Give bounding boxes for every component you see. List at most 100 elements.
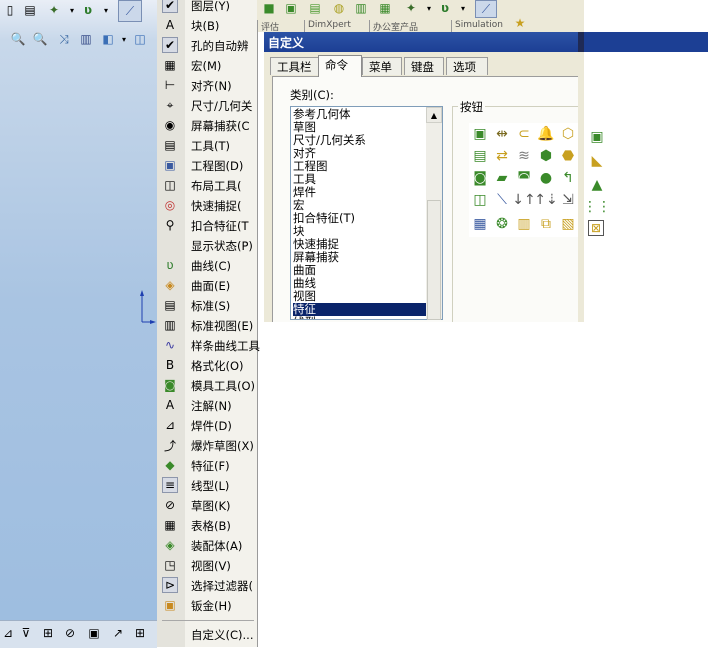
toolbar-icon[interactable]: ▣ (283, 0, 299, 16)
swept-cut-icon[interactable]: ≋ (515, 147, 533, 165)
boundary-boss-icon[interactable]: ⬡ (559, 125, 577, 143)
command-manager-tab[interactable]: 办公室产品 (369, 20, 451, 32)
toolbar-icon[interactable]: ▤ (22, 2, 38, 18)
category-listbox[interactable]: 参考几何体 草图 尺寸/几何关系 对齐 工程图 工具 焊件宏扣合特征(T) 块快速捕捉 屏幕捕获… (290, 106, 443, 320)
menu-item[interactable]: B 格式化(O) (157, 355, 257, 375)
menu-item[interactable]: ◈ 装配体(A) (157, 535, 257, 555)
section-view-icon[interactable]: ▥ (78, 31, 94, 47)
swept-boss-icon[interactable]: ⊂ (515, 125, 533, 143)
fill-pattern-icon[interactable]: ❂ (493, 215, 511, 233)
chevron-down-icon[interactable]: ▾ (421, 0, 437, 16)
move-face-icon[interactable]: ▣ (588, 128, 606, 146)
mirror-icon[interactable]: ↑⇣ (534, 191, 557, 209)
menu-item[interactable]: ⊘ 草图(K) (157, 495, 257, 515)
toolbar-icon[interactable]: ★ (513, 16, 527, 30)
fillet-icon[interactable]: ◙ (471, 169, 489, 187)
scrollbar-thumb[interactable] (427, 200, 441, 320)
revolved-boss-icon[interactable]: ⇹ (493, 125, 511, 143)
command-manager-tab[interactable]: Simulation (451, 20, 515, 32)
menu-item[interactable]: ▦ 表格(B) (157, 515, 257, 535)
dialog-title-bar[interactable] (264, 32, 578, 52)
tab-options[interactable]: 选项 (446, 57, 488, 75)
lofted-cut-icon[interactable]: ⬢ (537, 147, 555, 165)
menu-item[interactable]: ◆ 特征(F) (157, 455, 257, 475)
command-manager-tab[interactable]: DimXpert (304, 20, 368, 32)
chevron-down-icon[interactable]: ▾ (116, 31, 132, 47)
toolbar-icon[interactable]: ▯ (2, 2, 18, 18)
previous-view-icon[interactable]: ⤨ (56, 31, 72, 47)
menu-item[interactable]: 显示状态(P) (157, 235, 257, 255)
toolbar-icon[interactable]: ⊽ (18, 625, 34, 641)
revolved-cut-icon[interactable]: ⇄ (493, 147, 511, 165)
toolbar-icon[interactable]: ◍ (331, 0, 347, 16)
dome-icon[interactable]: ⇲ (559, 191, 577, 209)
menu-item[interactable]: ▦ 宏(M) (157, 55, 257, 75)
menu-item[interactable]: ▤ 标准(S) (157, 295, 257, 315)
sketch-line-icon[interactable]: ⟋ (475, 0, 497, 18)
view-orientation-icon[interactable]: ◧ (100, 31, 116, 47)
menu-item[interactable]: ⊳ 选择过滤器( (157, 575, 257, 595)
extruded-boss-icon[interactable]: ▣ (471, 125, 489, 143)
sketch-line-icon[interactable]: ⟋ (118, 0, 142, 22)
tab-keyboard[interactable]: 键盘 (404, 57, 444, 75)
menu-item[interactable]: ≡ 线型(L) (157, 475, 257, 495)
toolbar-icon[interactable]: ▦ (377, 0, 393, 16)
chevron-down-icon[interactable]: ▾ (98, 2, 114, 18)
menu-item[interactable]: ▣ 工程图(D) (157, 155, 257, 175)
smart-dimension-icon[interactable]: ✦ (403, 0, 419, 16)
menu-item[interactable]: ⊢ 对齐(N) (157, 75, 257, 95)
chevron-down-icon[interactable]: ▾ (64, 2, 80, 18)
toolbar-icon[interactable]: ▤ (307, 0, 323, 16)
menu-item[interactable]: A 注解(N) (157, 395, 257, 415)
scroll-up-button[interactable]: ▲ (426, 107, 442, 123)
display-style-icon[interactable]: ◫ (132, 31, 148, 47)
toolbar-icon[interactable]: ⊘ (62, 625, 78, 641)
smart-dimension-icon[interactable]: ✦ (46, 2, 62, 18)
menu-item[interactable]: ʋ 曲线(C) (157, 255, 257, 275)
zoom-to-fit-icon[interactable]: 🔍 (10, 31, 26, 47)
menu-item[interactable]: ⤴ 爆炸草图(X) (157, 435, 257, 455)
shell-icon[interactable]: ↰ (559, 169, 577, 187)
split-icon[interactable]: ▧ (559, 215, 577, 233)
menu-item[interactable]: ∿ 样条曲线工具 (157, 335, 260, 355)
menu-item[interactable]: ◫ 布局工具( (157, 175, 257, 195)
tab-commands[interactable]: 命令 (318, 55, 362, 77)
toolbar-icon[interactable]: ▣ (86, 625, 102, 641)
category-item[interactable]: 扣合特征(T) (293, 212, 427, 225)
wrap-icon[interactable]: ▥ (515, 215, 533, 233)
tab-toolbars[interactable]: 工具栏 (270, 57, 319, 75)
extruded-cut-icon[interactable]: ▤ (471, 147, 489, 165)
boundary-cut-icon[interactable]: ⬣ (559, 147, 577, 165)
menu-item[interactable]: ▤ 工具(T) (157, 135, 257, 155)
toolbar-icon[interactable]: ⊞ (132, 625, 148, 641)
delete-body-icon[interactable]: ⊠ (588, 220, 604, 236)
zoom-area-icon[interactable]: 🔍 (32, 31, 48, 47)
menu-item[interactable]: ✔ 图层(Y) (157, 0, 257, 15)
menu-item[interactable]: ◙ 模具工具(O) (157, 375, 257, 395)
curve-icon[interactable]: ʋ (437, 0, 453, 16)
table-pattern-icon[interactable]: ▦ (471, 215, 489, 233)
menu-item[interactable]: ◉ 屏幕捕获(C (157, 115, 257, 135)
circular-pattern-icon[interactable]: ↓↑ (512, 191, 535, 209)
toolbar-icon[interactable]: ↗ (110, 625, 126, 641)
chevron-down-icon[interactable]: ▾ (455, 0, 471, 16)
category-item[interactable]: 焊件 (293, 186, 427, 199)
draft-icon[interactable]: ● (537, 169, 555, 187)
menu-item-customize[interactable]: 自定义(C)... (157, 624, 257, 644)
toolbar-icon[interactable]: ⊿ (0, 625, 16, 641)
tab-menus[interactable]: 菜单 (362, 57, 402, 75)
graphics-viewport[interactable] (0, 0, 157, 647)
menu-item[interactable]: ◈ 曲面(E) (157, 275, 257, 295)
menu-item[interactable]: ◳ 视图(V) (157, 555, 257, 575)
chamfer-icon[interactable]: ▰ (493, 169, 511, 187)
combine-icon[interactable]: ⧉ (537, 215, 555, 233)
menu-item[interactable]: ⊿ 焊件(D) (157, 415, 257, 435)
rib-icon[interactable]: ◚ (515, 169, 533, 187)
toolbar-icon[interactable]: ⊞ (40, 625, 56, 641)
menu-item[interactable]: ⚲ 扣合特征(T (157, 215, 257, 235)
menu-item[interactable]: ◎ 快速捕捉( (157, 195, 257, 215)
freeform-icon[interactable]: ▲ (588, 176, 606, 194)
curve-icon[interactable]: ʋ (80, 2, 96, 18)
menu-item[interactable]: ✔ 孔的自动辨 (157, 35, 257, 55)
lofted-boss-icon[interactable]: 🔔 (537, 125, 555, 143)
